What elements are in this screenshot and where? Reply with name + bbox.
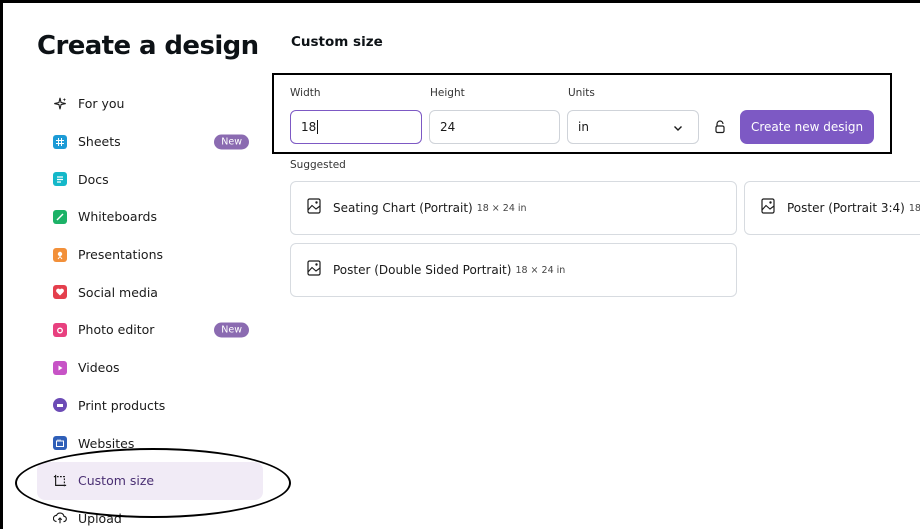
sidebar-item-social-media[interactable]: Social media xyxy=(37,273,263,311)
width-input[interactable]: 18 xyxy=(290,110,422,144)
sidebar-item-presentations[interactable]: Presentations xyxy=(37,236,263,274)
video-icon xyxy=(53,360,67,375)
sidebar-item-label: Photo editor xyxy=(78,322,155,338)
sidebar-item-label: Sheets xyxy=(78,134,121,150)
sidebar: Create a design For you Sheets New Docs … xyxy=(3,3,273,529)
sidebar-item-label: Docs xyxy=(78,171,109,187)
sidebar-item-label: Print products xyxy=(78,397,166,413)
height-value: 24 xyxy=(440,120,456,134)
sidebar-item-whiteboards[interactable]: Whiteboards xyxy=(37,198,263,236)
presentation-icon xyxy=(53,247,67,262)
suggestion-size: 18 × 24 in xyxy=(515,264,566,276)
sidebar-title: Create a design xyxy=(37,31,259,61)
suggestion-card[interactable]: Seating Chart (Portrait) 18 × 24 in xyxy=(290,181,737,235)
create-new-design-button[interactable]: Create new design xyxy=(740,110,874,144)
docs-icon xyxy=(53,172,67,187)
suggestion-size: 18 xyxy=(908,202,920,214)
width-label: Width xyxy=(290,87,321,99)
app-frame: Create a design For you Sheets New Docs … xyxy=(0,0,920,529)
website-icon xyxy=(53,436,67,451)
chevron-down-icon xyxy=(672,122,684,137)
print-icon xyxy=(53,398,67,413)
suggestion-name: Poster (Double Sided Portrait) xyxy=(333,263,512,277)
sidebar-item-label: Whiteboards xyxy=(78,209,157,225)
sidebar-item-for-you[interactable]: For you xyxy=(37,85,263,123)
suggested-label: Suggested xyxy=(290,159,346,171)
suggestion-size: 18 × 24 in xyxy=(476,202,527,214)
height-label: Height xyxy=(430,87,465,99)
sidebar-item-upload[interactable]: Upload xyxy=(37,500,263,529)
image-icon xyxy=(761,198,775,218)
sidebar-item-custom-size[interactable]: Custom size xyxy=(37,461,263,500)
lock-icon[interactable] xyxy=(714,119,726,138)
new-badge: New xyxy=(214,322,249,338)
height-input[interactable]: 24 xyxy=(429,110,560,144)
sidebar-item-docs[interactable]: Docs xyxy=(37,160,263,198)
sidebar-item-label: Presentations xyxy=(78,247,164,263)
sidebar-item-label: Videos xyxy=(78,360,120,376)
custom-size-icon xyxy=(53,474,67,488)
whiteboard-icon xyxy=(53,209,67,224)
sidebar-item-label: Websites xyxy=(78,435,135,451)
sidebar-item-videos[interactable]: Videos xyxy=(37,349,263,387)
sidebar-item-label: For you xyxy=(78,96,125,112)
page-title: Custom size xyxy=(291,34,383,50)
sheets-icon xyxy=(53,134,67,149)
image-icon xyxy=(307,198,321,218)
text-caret xyxy=(317,120,319,134)
sidebar-item-photo-editor[interactable]: Photo editor New xyxy=(37,311,263,349)
units-value: in xyxy=(578,120,589,134)
sidebar-item-label: Custom size xyxy=(78,473,155,489)
heart-icon xyxy=(53,285,67,300)
suggestion-card[interactable]: Poster (Portrait 3:4) 18 xyxy=(744,181,920,235)
units-select[interactable]: in xyxy=(567,110,699,144)
sidebar-nav: For you Sheets New Docs Whiteboards Pres… xyxy=(37,85,263,529)
sidebar-item-websites[interactable]: Websites xyxy=(37,424,263,462)
sparkle-icon xyxy=(53,97,67,111)
suggestion-name: Poster (Portrait 3:4) xyxy=(787,201,905,215)
sidebar-item-label: Upload xyxy=(78,510,122,526)
upload-icon xyxy=(53,511,67,525)
suggestion-card[interactable]: Poster (Double Sided Portrait) 18 × 24 i… xyxy=(290,243,737,297)
camera-icon xyxy=(53,322,67,337)
sidebar-item-print-products[interactable]: Print products xyxy=(37,387,263,425)
sidebar-item-label: Social media xyxy=(78,284,158,300)
suggestion-name: Seating Chart (Portrait) xyxy=(333,201,473,215)
sidebar-item-sheets[interactable]: Sheets New xyxy=(37,123,263,161)
width-value: 18 xyxy=(301,120,317,134)
new-badge: New xyxy=(214,134,249,150)
image-icon xyxy=(307,260,321,280)
units-label: Units xyxy=(568,87,595,99)
